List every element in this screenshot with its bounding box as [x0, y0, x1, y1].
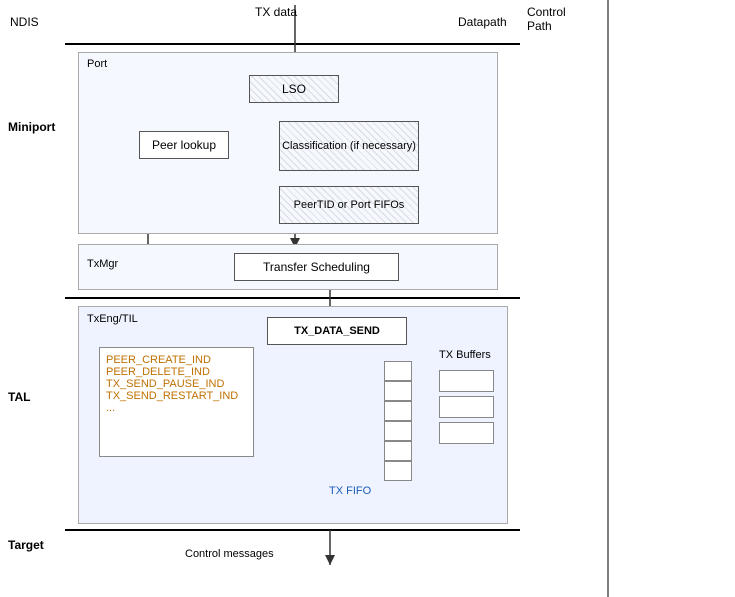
txeng-label: TxEng/TIL — [87, 313, 138, 325]
miniport-label: Miniport — [8, 120, 55, 134]
txmgr-label: TxMgr — [87, 258, 118, 270]
ind-tx-send-pause: TX_SEND_PAUSE_IND — [106, 378, 247, 390]
ind-ellipsis: ... — [106, 402, 247, 414]
tx-buffer-1 — [439, 370, 494, 392]
peertid-label: PeerTID or Port FIFOs — [294, 199, 405, 211]
ind-tx-send-restart: TX_SEND_RESTART_IND — [106, 390, 247, 402]
ndis-label: NDIS — [10, 15, 39, 29]
tx-buffer-3 — [439, 422, 494, 444]
fifo-cell-1 — [384, 361, 412, 381]
tx-data-send-label: TX_DATA_SEND — [294, 325, 380, 337]
lso-label: LSO — [282, 82, 306, 96]
peer-lookup-box: Peer lookup — [139, 131, 229, 159]
tx-data-label: TX data — [255, 5, 297, 19]
diagram-container: NDIS TX data Datapath Control Path Minip… — [0, 0, 735, 597]
tx-buffer-2 — [439, 396, 494, 418]
tx-buffers-label: TX Buffers — [439, 349, 491, 361]
tal-label: TAL — [8, 390, 30, 404]
transfer-scheduling-box: Transfer Scheduling — [234, 253, 399, 281]
control-messages-label: Control messages — [185, 548, 274, 560]
fifo-cell-3 — [384, 401, 412, 421]
tx-data-send-box: TX_DATA_SEND — [267, 317, 407, 345]
ind-peer-create: PEER_CREATE_IND — [106, 354, 247, 366]
txeng-container: TxEng/TIL TX_DATA_SEND PEER_CREATE_IND P… — [78, 306, 508, 524]
fifo-cell-5 — [384, 441, 412, 461]
ind-peer-delete: PEER_DELETE_IND — [106, 366, 247, 378]
control-path-label: Control Path — [527, 5, 587, 33]
target-label: Target — [8, 538, 44, 552]
port-label: Port — [87, 58, 107, 70]
ind-box: PEER_CREATE_IND PEER_DELETE_IND TX_SEND_… — [99, 347, 254, 457]
datapath-label: Datapath — [458, 15, 507, 29]
port-container: Port LSO Classification (if necessary) P… — [78, 52, 498, 234]
transfer-scheduling-label: Transfer Scheduling — [263, 260, 370, 274]
lso-box: LSO — [249, 75, 339, 103]
tx-fifo-label: TX FIFO — [329, 485, 371, 497]
peer-lookup-label: Peer lookup — [152, 138, 216, 152]
txmgr-container: TxMgr Transfer Scheduling — [78, 244, 498, 290]
classification-label: Classification (if necessary) — [282, 140, 416, 152]
fifo-cell-2 — [384, 381, 412, 401]
peertid-box: PeerTID or Port FIFOs — [279, 186, 419, 224]
fifo-cell-6 — [384, 461, 412, 481]
fifo-cell-4 — [384, 421, 412, 441]
classification-box: Classification (if necessary) — [279, 121, 419, 171]
